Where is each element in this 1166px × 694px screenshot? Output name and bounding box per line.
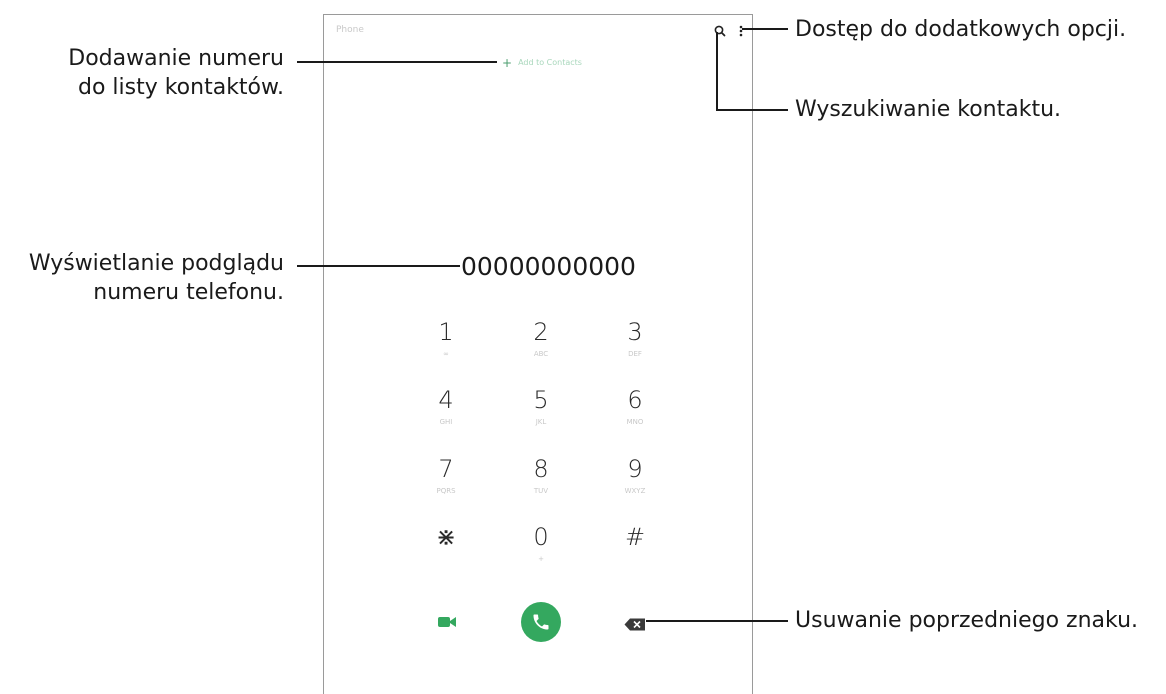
key-digit: 0 [533,523,549,551]
key-4[interactable]: 4 GHI [418,386,474,438]
key-letters: GHI [439,418,453,426]
key-5[interactable]: 5 JKL [513,386,569,438]
callout-add-number: Dodawanie numeru do listy kontaktów. [4,44,284,102]
call-button[interactable] [521,602,561,642]
backspace-icon[interactable] [624,616,646,631]
key-3[interactable]: 3 DEF [607,318,663,370]
callout-line-search-h [716,109,788,111]
callout-more-options: Dostęp do dodatkowych opcji. [795,17,1127,42]
plus-icon: + [502,56,513,70]
key-2[interactable]: 2 ABC [513,318,569,370]
voicemail-icon: ∞ [443,350,449,358]
callout-line-delete [646,620,788,622]
key-letters: MNO [626,418,644,426]
key-digit: 6 [627,386,643,414]
key-digit: # [624,523,646,551]
key-hash[interactable]: # [607,523,663,575]
app-title: Phone [336,25,364,35]
key-digit: 1 [438,318,454,346]
key-digit: 5 [533,386,549,414]
key-9[interactable]: 9 WXYZ [607,455,663,507]
key-letters: DEF [628,350,642,358]
phone-call-icon [533,614,549,630]
key-1[interactable]: 1 ∞ [418,318,474,370]
key-0[interactable]: 0 + [513,523,569,575]
callout-line-preview [297,265,460,267]
phone-screen: Phone + Add to Contacts 00000000000 1 ∞ … [323,14,753,694]
add-to-contacts-button[interactable]: + Add to Contacts [502,55,582,71]
key-letters: ABC [533,350,549,358]
key-digit: 9 [627,455,643,483]
callout-line-search-v [716,32,718,111]
key-6[interactable]: 6 MNO [607,386,663,438]
callout-line-2: do listy kontaktów. [77,75,284,100]
key-star[interactable]: ⋇ [418,523,474,575]
key-digit: ⋇ [435,523,457,551]
key-letters: JKL [535,418,547,426]
key-digit: 7 [438,455,454,483]
callout-search: Wyszukiwanie kontaktu. [795,97,1062,122]
callout-line-2: numeru telefonu. [93,280,284,305]
key-digit: 3 [627,318,643,346]
key-8[interactable]: 8 TUV [513,455,569,507]
callout-line-1: Dodawanie numeru [68,46,284,71]
add-to-contacts-label: Add to Contacts [518,58,582,67]
key-digit: 2 [533,318,549,346]
more-options-icon[interactable] [737,23,745,37]
key-letters: PQRS [436,487,456,495]
callout-line-add [297,61,497,63]
phone-number-display[interactable]: 00000000000 [461,252,636,281]
callout-delete: Usuwanie poprzedniego znaku. [795,608,1139,633]
key-7[interactable]: 7 PQRS [418,455,474,507]
callout-preview: Wyświetlanie podglądu numeru telefonu. [0,249,284,307]
key-letters: + [538,555,544,563]
key-digit: 8 [533,455,549,483]
callout-line-1: Wyświetlanie podglądu [28,251,284,276]
callout-line-more [742,28,788,30]
key-letters: WXYZ [624,487,646,495]
video-call-icon[interactable] [437,614,457,630]
key-letters: TUV [533,487,549,495]
key-digit: 4 [438,386,454,414]
